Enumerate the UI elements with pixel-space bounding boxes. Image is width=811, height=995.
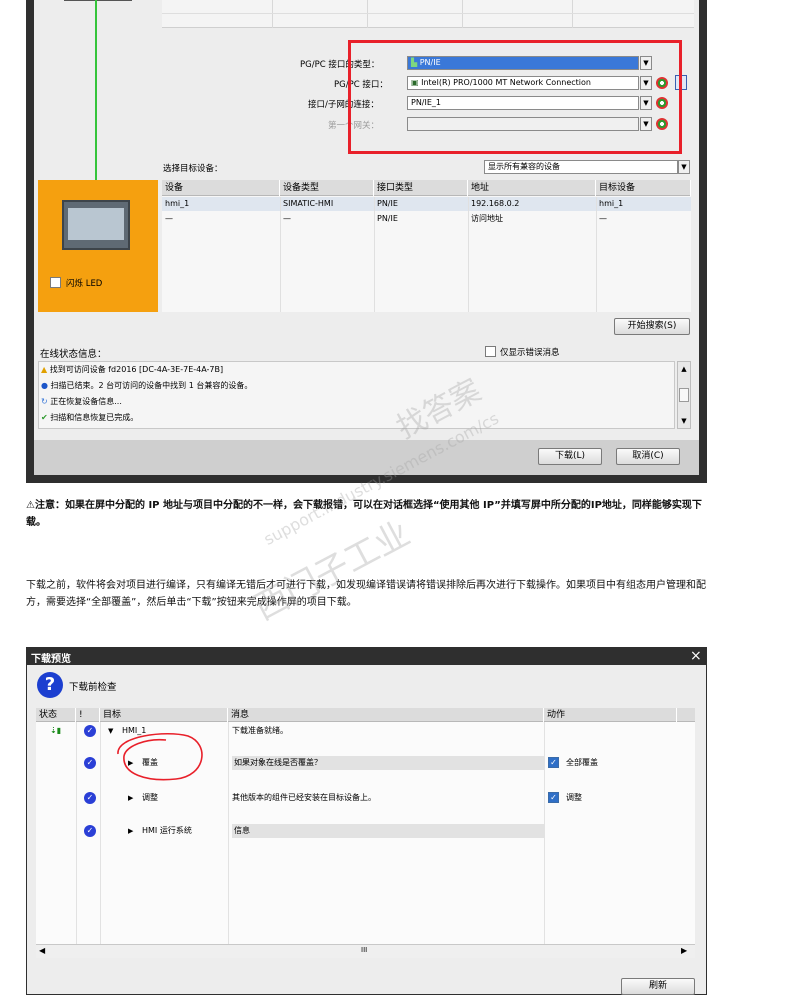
- horizontal-scrollbar[interactable]: ◀ III ▶: [36, 944, 695, 958]
- annotation-circle: [117, 733, 203, 781]
- warning-note: ⚠注意：如果在屏中分配的 IP 地址与项目中分配的不一样，会下载报错，可以在对话…: [26, 500, 702, 528]
- only-errors-checkbox[interactable]: [485, 346, 496, 357]
- col-target[interactable]: 目标设备: [596, 180, 691, 196]
- network-grid: [162, 0, 694, 28]
- load-button[interactable]: 下载(L): [538, 448, 602, 465]
- list-item[interactable]: ↻ 正在恢复设备信息...: [41, 395, 671, 409]
- ok-icon: ✓: [84, 757, 96, 769]
- preview-subtitle: 下载前检查: [69, 682, 117, 693]
- preview-title: 下载预览: [31, 654, 71, 665]
- preview-dialog: 下载预览 × ? 下载前检查 状态 ! 目标 消息 动作 ⇣▮ ✓ ▼ HMI_…: [26, 647, 707, 995]
- warning-icon: ⚠: [26, 500, 35, 511]
- preview-table-header: 状态 ! 目标 消息 动作: [36, 708, 695, 722]
- ok-icon: ✓: [84, 725, 96, 737]
- table-row[interactable]: ✓ ▶ HMI 运行系统 信息: [36, 824, 677, 838]
- chevron-down-icon[interactable]: ▼: [678, 160, 690, 174]
- col-device[interactable]: 设备: [162, 180, 280, 196]
- ok-icon: ✓: [84, 825, 96, 837]
- flash-led-checkbox[interactable]: [50, 277, 61, 288]
- col-message[interactable]: 消息: [228, 708, 544, 722]
- device-card: 闪烁 LED: [38, 180, 158, 312]
- preview-titlebar: 下载预览 ×: [27, 648, 706, 665]
- col-device-type[interactable]: 设备类型: [280, 180, 374, 196]
- filter-select[interactable]: 显示所有兼容的设备: [484, 160, 678, 174]
- instruction-paragraph: 下载之前，软件将会对项目进行编译，只有编译无错后才可进行下载，如发现编译错误请将…: [26, 580, 706, 608]
- scroll-left-icon[interactable]: ◀: [39, 946, 45, 955]
- close-icon[interactable]: ×: [690, 648, 702, 664]
- col-address[interactable]: 地址: [468, 180, 596, 196]
- ok-icon: ✓: [84, 792, 96, 804]
- online-status-label: 在线状态信息：: [40, 349, 107, 360]
- scroll-thumb[interactable]: [679, 388, 689, 402]
- device-table-header: 设备 设备类型 接口类型 地址 目标设备: [162, 180, 691, 196]
- info-icon: ●: [41, 381, 51, 390]
- only-errors-label: 仅显示错误消息: [500, 348, 560, 358]
- expand-icon[interactable]: ▶: [128, 824, 133, 838]
- check-icon: ✔: [41, 413, 51, 422]
- message-list: ▲ 找到可访问设备 fd2016 [DC-4A-3E-7E-4A-7B] ● 扫…: [38, 361, 675, 429]
- scroll-right-icon[interactable]: ▶: [681, 946, 687, 955]
- col-iface-type[interactable]: 接口类型: [374, 180, 468, 196]
- table-row[interactable]: ✓ ▶ 调整 其他版本的组件已经安装在目标设备上。 ✓ 调整: [36, 791, 677, 805]
- col-target[interactable]: 目标: [100, 708, 228, 722]
- list-item[interactable]: ▲ 找到可访问设备 fd2016 [DC-4A-3E-7E-4A-7B]: [41, 363, 671, 377]
- message-scrollbar[interactable]: ▲ ▼: [677, 361, 691, 429]
- cancel-button[interactable]: 取消(C): [616, 448, 680, 465]
- list-item[interactable]: ✔ 扫描和信息恢复已完成。: [41, 411, 671, 425]
- col-action[interactable]: 动作: [544, 708, 677, 722]
- flash-led-label: 闪烁 LED: [66, 279, 103, 289]
- adjust-checkbox[interactable]: ✓: [548, 792, 559, 803]
- start-search-button[interactable]: 开始搜索(S): [614, 318, 690, 335]
- scroll-up-icon[interactable]: ▲: [678, 362, 690, 376]
- col-bang[interactable]: !: [76, 708, 100, 722]
- overwrite-all-checkbox[interactable]: ✓: [548, 757, 559, 768]
- list-item[interactable]: ● 扫描已结束。2 台可访问的设备中找到 1 台兼容的设备。: [41, 379, 671, 393]
- hmi-device-image: [62, 200, 130, 250]
- top-dialog: PG/PC 接口的类型： ▙ PN/IE ▼ PG/PC 接口： ▣ Intel…: [26, 0, 707, 483]
- col-status[interactable]: 状态: [36, 708, 76, 722]
- progress-icon: ↻: [41, 397, 51, 406]
- help-icon: ?: [37, 672, 63, 698]
- device-table: 设备 设备类型 接口类型 地址 目标设备 hmi_1 SIMATIC-HMI P…: [162, 180, 691, 312]
- footer-bar: 下载(L) 取消(C): [34, 440, 699, 475]
- highlight-box: [348, 40, 682, 154]
- expand-icon[interactable]: ▶: [128, 791, 133, 805]
- top-dialog-body: PG/PC 接口的类型： ▙ PN/IE ▼ PG/PC 接口： ▣ Intel…: [34, 0, 699, 440]
- refresh-button[interactable]: 刷新: [621, 978, 695, 995]
- table-row[interactable]: hmi_1 SIMATIC-HMI PN/IE 192.168.0.2 hmi_…: [162, 197, 691, 211]
- download-status-icon: ⇣▮: [50, 726, 62, 735]
- network-line: [95, 0, 97, 182]
- preview-table: 状态 ! 目标 消息 动作 ⇣▮ ✓ ▼ HMI_1 下载准备就绪。 ✓ ▶ 覆…: [36, 708, 695, 958]
- table-row[interactable]: — — PN/IE 访问地址 —: [162, 212, 691, 226]
- select-target-label: 选择目标设备：: [163, 164, 223, 174]
- scroll-down-icon[interactable]: ▼: [678, 414, 690, 428]
- scroll-mark: III: [361, 946, 368, 954]
- warning-icon: ▲: [41, 365, 50, 374]
